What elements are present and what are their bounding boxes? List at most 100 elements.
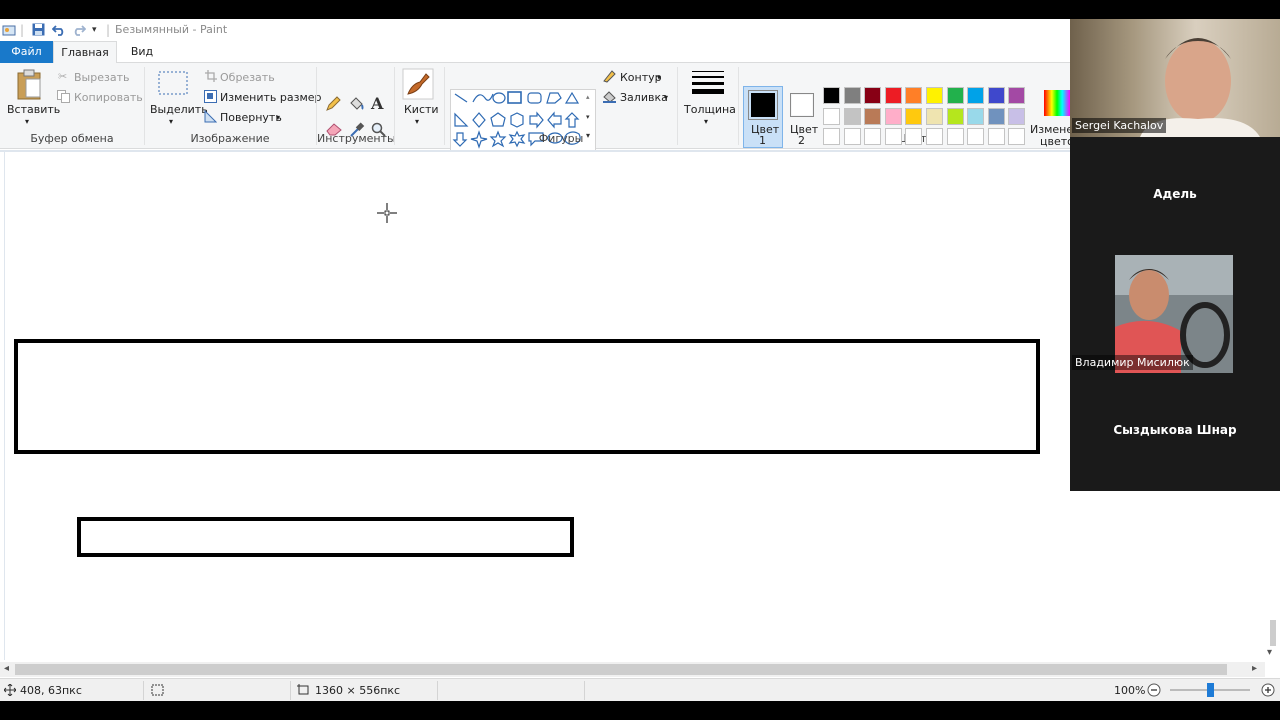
palette-color-swatch[interactable] [823,87,840,104]
palette-color-swatch[interactable] [1008,128,1026,145]
scroll-left-arrow-icon[interactable]: ◂ [4,663,9,674]
palette-color-swatch[interactable] [884,107,902,125]
pencil-icon[interactable] [325,96,341,115]
palette-color-swatch[interactable] [823,107,840,125]
paste-icon[interactable] [16,69,44,104]
edit-colors-icon[interactable] [1044,90,1070,119]
cursor-position-icon [3,683,17,699]
color2-swatch[interactable] [790,93,814,117]
shapes-group-label: Фигуры [538,132,584,145]
tools-group-label: Инструменты [317,132,396,145]
window-title: Безымянный - Paint [115,23,228,36]
palette-color-swatch[interactable] [864,107,882,125]
select-button[interactable]: Выделить [150,103,208,116]
shapes-scroll-up-icon[interactable]: ▴ [586,91,590,104]
color1-fill [751,93,775,117]
fill-button[interactable]: Заливка [620,91,668,104]
palette-color-swatch[interactable] [926,128,943,145]
palette-color-swatch[interactable] [905,87,923,104]
drawn-rectangle-large[interactable] [14,339,1040,454]
canvas-size: 1360 × 556пкс [315,684,401,697]
drawn-rectangle-small[interactable] [77,517,574,557]
palette-color-swatch[interactable] [864,87,882,104]
palette-color-swatch[interactable] [823,128,840,145]
palette-color-swatch[interactable] [967,128,985,145]
undo-icon[interactable] [51,23,66,39]
status-divider [584,681,585,700]
palette-color-swatch[interactable] [843,107,861,125]
palette-color-swatch[interactable] [1008,107,1026,125]
brushes-button[interactable]: Кисти [404,103,439,116]
palette-color-swatch[interactable] [967,107,985,125]
outline-button[interactable]: Контур [620,71,662,84]
selection-size-icon [151,684,164,699]
palette-color-swatch[interactable] [1008,87,1026,104]
title-separator: | [20,23,25,37]
shapes-scroll-down-icon[interactable]: ▾ [586,111,590,124]
quick-access-dropdown-icon[interactable]: ▾ [92,23,97,37]
cut-button[interactable]: Вырезать [74,71,129,84]
status-divider [143,681,144,700]
horizontal-scrollbar[interactable]: ◂ ▸ [0,662,1265,677]
participant-name-adel: Адель [1153,187,1197,201]
screen: | ▾ | Безымянный - Paint Файл Главная Ви… [0,0,1280,720]
tab-home[interactable]: Главная [53,41,117,64]
palette-color-swatch[interactable] [905,128,923,145]
color1-swatch [748,90,778,120]
palette-color-swatch[interactable] [926,87,943,104]
status-divider [290,681,291,700]
palette-color-swatch[interactable] [946,87,964,104]
palette-color-swatch[interactable] [987,128,1005,145]
palette-color-swatch[interactable] [946,128,964,145]
brushes-dropdown-icon[interactable]: ▾ [415,115,419,128]
palette-color-swatch[interactable] [843,128,861,145]
crop-button[interactable]: Обрезать [220,71,275,84]
horizontal-scroll-thumb[interactable] [15,664,1227,675]
zoom-in-icon[interactable] [1261,683,1275,700]
fill-bucket-icon[interactable] [348,96,364,115]
vertical-scroll-thumb[interactable] [1270,620,1276,646]
paste-dropdown-icon[interactable]: ▾ [25,115,29,128]
paint-app-icon[interactable] [2,23,16,40]
resize-button[interactable]: Изменить размер [220,91,322,104]
select-dropdown-icon[interactable]: ▾ [169,115,173,128]
crosshair-cursor-icon [376,202,398,228]
participant-name-vladimir: Владимир Мисилюк [1072,355,1193,370]
rotate-button[interactable]: Повернуть [220,111,282,124]
tab-file[interactable]: Файл [0,41,53,63]
palette-color-swatch[interactable] [987,87,1005,104]
tab-view[interactable]: Вид [122,41,162,64]
palette-color-swatch[interactable] [843,87,861,104]
outline-dropdown-icon[interactable]: ▾ [657,71,661,84]
palette-color-swatch[interactable] [864,128,882,145]
select-icon[interactable] [158,71,188,98]
video-tile-sergei[interactable]: Sergei Kachalov [1070,19,1280,137]
palette-color-swatch[interactable] [987,107,1005,125]
zoom-out-icon[interactable] [1147,683,1161,700]
status-bar: 408, 63пкс 1360 × 556пкс 100% [0,678,1280,701]
zoom-slider-thumb[interactable] [1207,683,1214,697]
paste-button[interactable]: Вставить [7,103,60,116]
line-size-icon[interactable] [692,71,724,98]
video-conference-panel: Sergei Kachalov Адель Владимир Мисилюк С… [1070,19,1280,491]
copy-button[interactable]: Копировать [74,91,143,104]
redo-icon[interactable] [72,23,87,39]
rotate-dropdown-icon[interactable]: ▾ [276,111,280,124]
brushes-icon[interactable] [402,68,434,103]
palette-color-swatch[interactable] [884,87,902,104]
palette-color-swatch[interactable] [967,87,985,104]
group-divider [394,67,395,145]
size-button[interactable]: Толщина [684,103,736,116]
scroll-right-arrow-icon[interactable]: ▸ [1252,663,1257,674]
palette-color-swatch[interactable] [884,128,902,145]
palette-color-swatch[interactable] [946,107,964,125]
fill-dropdown-icon[interactable]: ▾ [664,91,668,104]
palette-color-swatch[interactable] [905,107,923,125]
scroll-down-arrow-icon[interactable]: ▾ [1267,647,1272,658]
save-icon[interactable] [32,23,45,39]
text-tool-icon[interactable]: A [371,94,383,113]
resize-icon [204,90,217,106]
title-separator: | [106,23,111,37]
size-dropdown-icon[interactable]: ▾ [704,115,708,128]
palette-color-swatch[interactable] [926,107,943,125]
